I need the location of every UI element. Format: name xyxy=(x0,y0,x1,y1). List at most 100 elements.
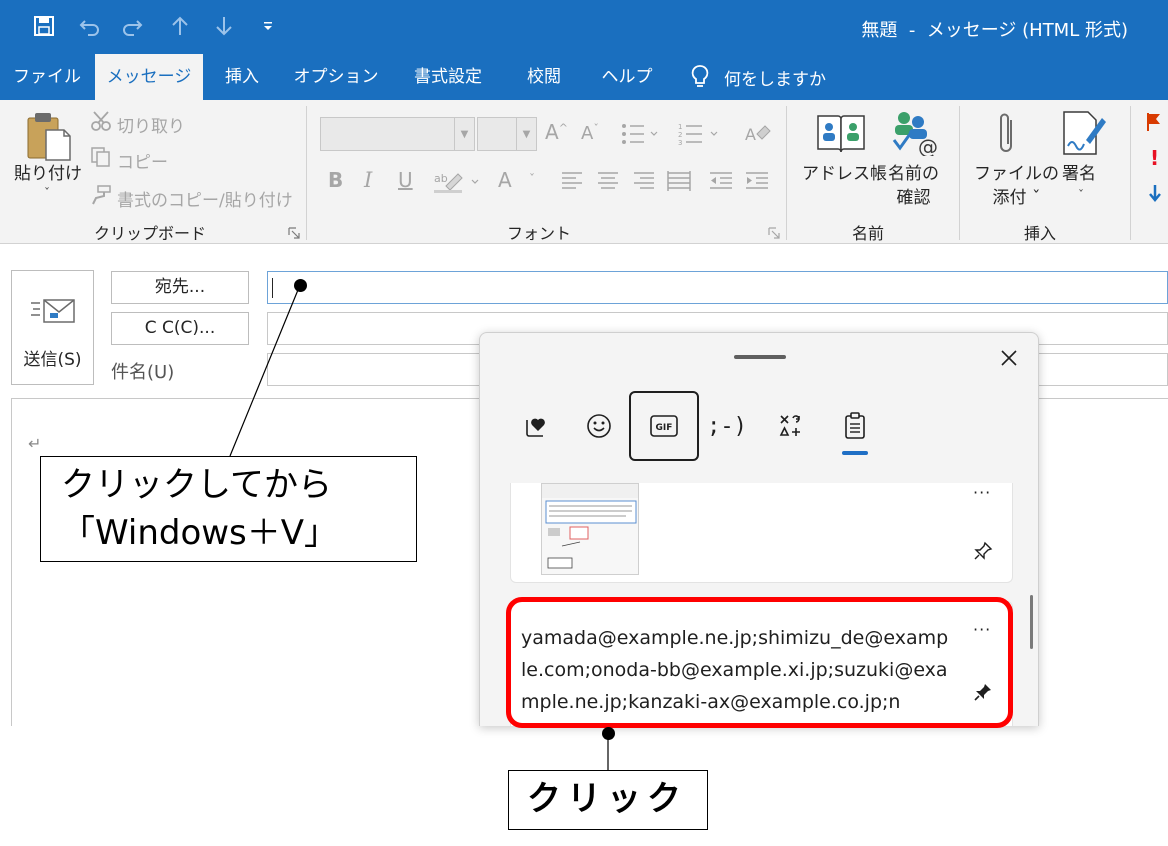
to-button[interactable]: 宛先... xyxy=(111,271,249,304)
tab-message[interactable]: メッセージ xyxy=(95,54,203,100)
svg-text:1: 1 xyxy=(678,123,682,131)
to-input[interactable] xyxy=(267,271,1168,304)
font-color-dropdown-icon[interactable]: ˇ xyxy=(529,172,535,186)
flag-icon[interactable] xyxy=(1146,112,1162,136)
svg-text:A: A xyxy=(745,125,756,144)
send-button[interactable]: 送信(S) xyxy=(11,270,94,385)
gif-tab[interactable]: GIF xyxy=(629,391,699,461)
send-label: 送信(S) xyxy=(23,350,82,370)
tab-review[interactable]: 校閲 xyxy=(512,54,576,100)
font-color-button[interactable]: A xyxy=(498,168,512,192)
paste-label: 貼り付け xyxy=(14,164,82,184)
selected-tab-indicator xyxy=(842,451,868,455)
clipboard-item[interactable]: ··· xyxy=(510,483,1013,583)
attach-file-button[interactable]: ファイルの 添付 ˇ xyxy=(974,162,1059,210)
underline-button[interactable]: U xyxy=(398,168,413,192)
arrow-down-icon[interactable] xyxy=(210,12,238,40)
callout-dot xyxy=(602,727,615,740)
check-names-button[interactable]: 名前の 確認 xyxy=(888,162,939,210)
cut-button[interactable]: 切り取り xyxy=(117,112,185,137)
redo-icon[interactable] xyxy=(118,12,146,40)
clipboard-icon xyxy=(845,412,865,439)
tell-me-search[interactable]: 何をしますか xyxy=(690,54,826,100)
signature-button[interactable]: 署名 xyxy=(1062,162,1096,186)
paperclip-icon[interactable] xyxy=(994,110,1020,162)
format-painter-button[interactable]: 書式のコピー/貼り付け xyxy=(117,186,293,211)
emoji-tab[interactable] xyxy=(564,391,634,461)
align-left-icon[interactable] xyxy=(560,170,584,196)
highlight-frame xyxy=(506,597,1013,728)
gif-icon: GIF xyxy=(650,415,678,437)
save-icon[interactable] xyxy=(30,12,58,40)
signature-dropdown-icon[interactable]: ˇ xyxy=(1078,188,1084,202)
scissors-icon xyxy=(90,110,112,136)
drag-handle[interactable] xyxy=(734,355,786,359)
align-center-icon[interactable] xyxy=(596,170,620,196)
dialog-launcher-icon[interactable] xyxy=(288,224,300,239)
increase-indent-icon[interactable] xyxy=(744,170,770,196)
tell-me-label: 何をしますか xyxy=(724,69,826,90)
numbering-icon[interactable]: 123 xyxy=(678,122,720,150)
callout-dot xyxy=(294,279,307,292)
bullets-icon[interactable] xyxy=(620,122,660,150)
signature-icon[interactable] xyxy=(1060,108,1108,162)
close-icon[interactable] xyxy=(998,347,1020,369)
italic-button[interactable]: I xyxy=(364,168,372,192)
more-options-icon[interactable]: ··· xyxy=(973,483,991,502)
highlight-icon[interactable]: ab xyxy=(432,168,484,198)
dialog-launcher-icon[interactable] xyxy=(768,224,780,239)
check-names-icon[interactable]: @ xyxy=(890,108,942,160)
font-name-combo[interactable]: ▼ xyxy=(320,117,475,151)
font-group-label: フォント xyxy=(507,224,572,243)
lightbulb-icon xyxy=(691,65,709,87)
names-group-label: 名前 xyxy=(852,224,885,243)
tab-help[interactable]: ヘルプ xyxy=(590,54,664,100)
tab-options[interactable]: オプション xyxy=(288,54,384,100)
paste-icon[interactable] xyxy=(24,110,74,166)
text-caret xyxy=(272,278,273,298)
svg-text:ab: ab xyxy=(434,172,448,185)
justify-icon[interactable] xyxy=(666,170,692,196)
svg-text:2: 2 xyxy=(678,131,682,139)
svg-text:@: @ xyxy=(918,135,938,156)
cc-button[interactable]: C C(C)... xyxy=(111,312,249,345)
kaomoji-label: ;-) xyxy=(707,413,747,439)
font-size-combo[interactable]: ▼ xyxy=(477,117,537,151)
low-importance-icon[interactable] xyxy=(1148,184,1162,206)
kaomoji-tab[interactable]: ;-) xyxy=(692,391,762,461)
decrease-indent-icon[interactable] xyxy=(708,170,734,196)
arrow-up-icon[interactable] xyxy=(166,12,194,40)
paste-dropdown-icon[interactable]: ˇ xyxy=(44,186,50,200)
address-book-button[interactable]: アドレス帳 xyxy=(802,162,887,186)
instruction-callout: クリックしてから 「Windows＋V」 xyxy=(40,456,417,562)
favorites-tab[interactable] xyxy=(502,391,572,461)
group-separator xyxy=(959,106,960,240)
undo-icon[interactable] xyxy=(76,12,104,40)
symbols-tab[interactable] xyxy=(756,391,826,461)
tab-file[interactable]: ファイル xyxy=(4,54,90,100)
shrink-font-icon[interactable]: Aˇ xyxy=(581,122,599,144)
subject-label: 件名(U) xyxy=(111,362,175,383)
high-importance-icon[interactable]: ! xyxy=(1150,146,1159,170)
tab-insert[interactable]: 挿入 xyxy=(210,54,274,100)
address-book-icon[interactable] xyxy=(816,110,866,158)
scrollbar-thumb[interactable] xyxy=(1030,595,1033,649)
tab-format-text[interactable]: 書式設定 xyxy=(398,54,498,100)
smiley-icon xyxy=(587,414,611,438)
paragraph-mark: ↵ xyxy=(28,434,42,453)
clipboard-group-label: クリップボード xyxy=(94,224,207,243)
clear-formatting-icon[interactable]: A xyxy=(745,122,771,150)
copy-button[interactable]: コピー xyxy=(117,148,168,173)
pin-icon[interactable] xyxy=(973,541,993,565)
symbols-icon xyxy=(779,415,800,436)
format-painter-icon xyxy=(90,184,112,210)
align-right-icon[interactable] xyxy=(632,170,656,196)
copy-icon xyxy=(90,146,112,172)
bold-button[interactable]: B xyxy=(328,168,343,192)
window-title: 無題 - メッセージ (HTML 形式) xyxy=(861,20,1128,41)
include-group-label: 挿入 xyxy=(1024,224,1057,243)
grow-font-icon[interactable]: A^ xyxy=(545,120,568,144)
customize-toolbar-icon[interactable] xyxy=(256,12,280,40)
ribbon-tabs: ファイル メッセージ 挿入 オプション 書式設定 校閲 ヘルプ 何をしますか xyxy=(0,54,1168,100)
svg-text:GIF: GIF xyxy=(656,423,673,433)
